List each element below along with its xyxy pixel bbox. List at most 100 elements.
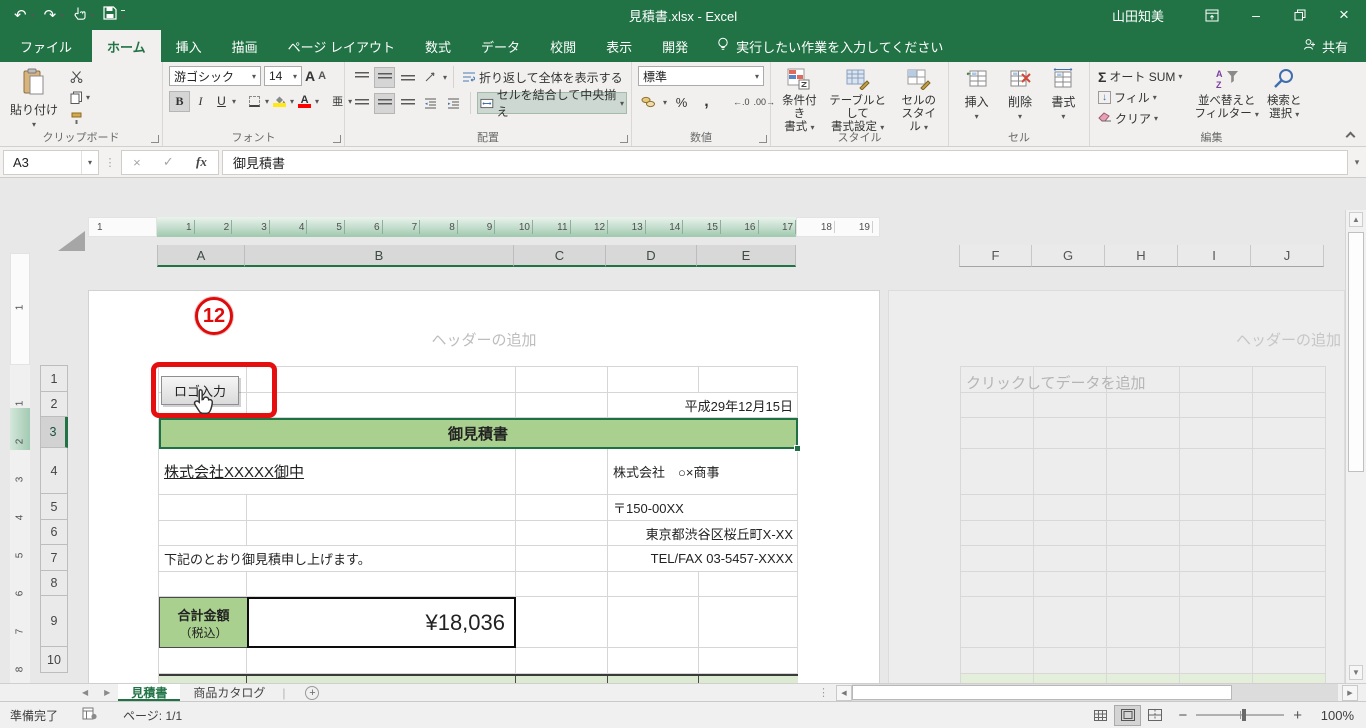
row-header-2[interactable]: 2 bbox=[40, 392, 68, 417]
fill-button[interactable]: ↓ フィル ▾ bbox=[1096, 87, 1184, 108]
row-header-10[interactable]: 10 bbox=[40, 647, 68, 673]
tab-file[interactable]: ファイル bbox=[0, 30, 92, 62]
sort-filter-button[interactable]: AZ 並べ替えと フィルター ▾ bbox=[1190, 66, 1263, 130]
cell-date[interactable]: 平成29年12月15日 bbox=[608, 393, 798, 418]
cell[interactable] bbox=[516, 367, 608, 393]
underline-caret-icon[interactable]: ▾ bbox=[232, 97, 236, 106]
new-sheet-button[interactable]: + bbox=[305, 685, 320, 700]
comma-style-button[interactable]: , bbox=[696, 92, 717, 113]
touch-caret-icon[interactable]: ▾ bbox=[90, 11, 94, 20]
restore-button[interactable] bbox=[1278, 0, 1322, 30]
zoom-slider[interactable] bbox=[1196, 709, 1285, 721]
row-header-4[interactable]: 4 bbox=[40, 448, 68, 494]
borders-button[interactable] bbox=[244, 91, 265, 112]
cell[interactable] bbox=[247, 367, 516, 393]
cell-tel[interactable]: TEL/FAX 03-5457-XXXX bbox=[608, 546, 798, 572]
cell[interactable] bbox=[159, 572, 247, 597]
merge-center-button[interactable]: セルを結合して中央揃え ▾ bbox=[476, 88, 627, 119]
shrink-font-button[interactable]: A bbox=[318, 70, 326, 82]
select-all-corner[interactable] bbox=[58, 231, 85, 251]
align-middle-button[interactable] bbox=[374, 66, 395, 88]
row-header-3[interactable]: 3 bbox=[40, 417, 68, 448]
tab-page-layout[interactable]: ページ レイアウト bbox=[273, 30, 410, 62]
hscroll-right-icon[interactable]: ▶ bbox=[1342, 685, 1358, 701]
cell-postal[interactable]: 〒150-00XX bbox=[608, 495, 798, 521]
cell[interactable] bbox=[699, 367, 798, 393]
align-top-button[interactable] bbox=[351, 67, 372, 88]
align-left-button[interactable] bbox=[351, 93, 372, 114]
cell-message[interactable]: 下記のとおり御見積申し上げます。 bbox=[159, 546, 516, 572]
format-as-table-button[interactable]: テーブルとして 書式設定 ▾ bbox=[822, 66, 894, 133]
column-header-f[interactable]: F bbox=[959, 245, 1032, 267]
column-header-e[interactable]: E bbox=[697, 245, 796, 267]
tab-view[interactable]: 表示 bbox=[591, 30, 647, 62]
underline-button[interactable]: U bbox=[211, 91, 232, 112]
increase-decimal-button[interactable]: ←.0 bbox=[733, 97, 750, 107]
row-header-1[interactable]: 1 bbox=[40, 366, 68, 392]
horizontal-scrollbar[interactable] bbox=[852, 684, 1338, 701]
tabbar-splitter-icon[interactable]: ⋮ bbox=[818, 686, 829, 699]
decrease-indent-button[interactable] bbox=[420, 93, 441, 114]
scroll-up-icon[interactable]: ▲ bbox=[1349, 212, 1363, 227]
font-size-select[interactable]: 14 ▾ bbox=[264, 66, 302, 86]
column-header-d[interactable]: D bbox=[606, 245, 697, 267]
cell[interactable] bbox=[247, 521, 516, 546]
cell[interactable] bbox=[516, 521, 608, 546]
sheet-tab-catalog[interactable]: 商品カタログ bbox=[180, 684, 278, 701]
formula-bar-handle[interactable]: ⋮ bbox=[99, 156, 121, 169]
column-header-c[interactable]: C bbox=[514, 245, 606, 267]
font-color-caret-icon[interactable]: ▾ bbox=[315, 97, 319, 106]
cell[interactable] bbox=[159, 495, 247, 521]
minimize-button[interactable]: – bbox=[1234, 0, 1278, 30]
tab-draw[interactable]: 描画 bbox=[217, 30, 273, 62]
zoom-in-button[interactable]: + bbox=[1293, 707, 1302, 724]
macro-record-icon[interactable] bbox=[82, 707, 97, 723]
row-header-6[interactable]: 6 bbox=[40, 520, 68, 545]
fill-handle[interactable] bbox=[794, 445, 801, 452]
grow-font-button[interactable]: A bbox=[305, 68, 315, 84]
scroll-down-icon[interactable]: ▼ bbox=[1349, 665, 1363, 680]
sheet-tab-mitsumorisho[interactable]: 見積書 bbox=[118, 684, 181, 701]
cell[interactable] bbox=[516, 393, 608, 418]
cell[interactable] bbox=[516, 572, 608, 597]
accounting-caret-icon[interactable]: ▾ bbox=[663, 98, 667, 107]
clipboard-dialog-launcher[interactable] bbox=[151, 135, 159, 143]
cell[interactable] bbox=[516, 546, 608, 572]
tell-me-box[interactable]: 実行したい作業を入力してください bbox=[717, 30, 943, 62]
collapse-ribbon-icon[interactable] bbox=[1345, 131, 1356, 142]
accounting-format-button[interactable] bbox=[638, 92, 659, 113]
copy-button[interactable]: ▾ bbox=[68, 87, 92, 108]
tab-home[interactable]: ホーム bbox=[92, 30, 161, 62]
fill-color-button[interactable] bbox=[269, 91, 290, 112]
column-header-a[interactable]: A bbox=[157, 245, 245, 267]
tab-developer[interactable]: 開発 bbox=[647, 30, 703, 62]
italic-button[interactable]: I bbox=[190, 91, 211, 112]
orientation-button[interactable] bbox=[420, 67, 441, 88]
cell[interactable] bbox=[608, 597, 699, 648]
insert-cells-button[interactable]: 挿入 ▾ bbox=[961, 66, 993, 130]
bold-button[interactable]: B bbox=[169, 90, 190, 112]
zoom-level[interactable]: 100% bbox=[1312, 708, 1354, 723]
find-select-button[interactable]: 検索と 選択 ▾ bbox=[1263, 66, 1306, 130]
formula-input[interactable]: 御見積書 bbox=[222, 149, 1348, 175]
horizontal-scroll-thumb[interactable] bbox=[852, 685, 1232, 700]
cell[interactable] bbox=[247, 393, 516, 418]
cell-recipient[interactable]: 株式会社XXXXX御中 bbox=[159, 449, 516, 495]
cancel-icon[interactable]: × bbox=[133, 155, 141, 170]
paste-button[interactable]: 貼り付け ▾ bbox=[6, 66, 62, 131]
row-header-8[interactable]: 8 bbox=[40, 571, 68, 596]
number-format-select[interactable]: 標準 ▾ bbox=[638, 66, 764, 86]
qat-customize-icon[interactable]: ▾ bbox=[121, 9, 126, 21]
vertical-scrollbar[interactable]: ▲ ▼ bbox=[1345, 210, 1366, 683]
name-box[interactable]: A3 ▾ bbox=[3, 149, 99, 175]
click-to-add-data-placeholder[interactable]: クリックしてデータを追加 bbox=[966, 372, 1146, 393]
percent-style-button[interactable]: % bbox=[671, 92, 692, 113]
page-layout-view-button[interactable] bbox=[1114, 704, 1142, 726]
column-header-g[interactable]: G bbox=[1032, 245, 1105, 267]
redo-caret-icon[interactable]: ▾ bbox=[60, 11, 64, 20]
cell-styles-button[interactable]: セルの スタイル ▾ bbox=[893, 66, 944, 133]
orientation-caret-icon[interactable]: ▾ bbox=[443, 73, 447, 82]
cell[interactable] bbox=[516, 597, 608, 648]
row-header-7[interactable]: 7 bbox=[40, 545, 68, 571]
cell[interactable] bbox=[159, 521, 247, 546]
